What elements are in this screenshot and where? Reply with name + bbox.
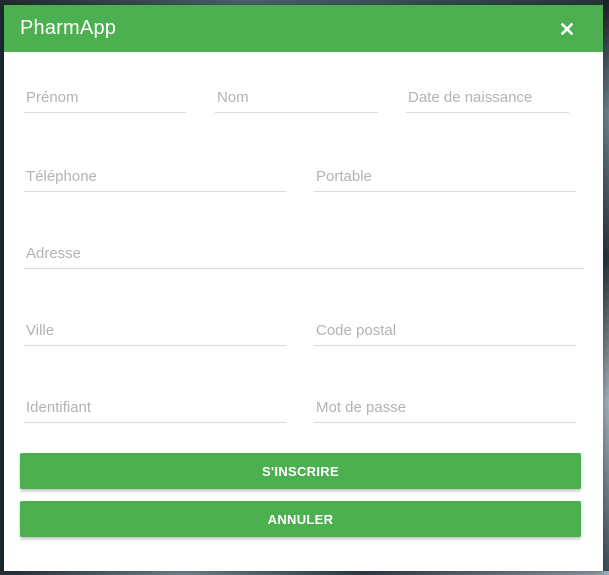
background-right-strip (603, 0, 609, 575)
code-postal-field[interactable] (314, 318, 576, 346)
registration-dialog: PharmApp S'INSCRIRE ANNULER (4, 5, 603, 571)
ville-field[interactable] (24, 318, 286, 346)
close-button[interactable] (547, 14, 587, 44)
portable-field[interactable] (314, 164, 576, 192)
date-naissance-field[interactable] (406, 85, 569, 113)
prenom-field[interactable] (24, 85, 186, 113)
telephone-field[interactable] (24, 164, 286, 192)
mot-de-passe-field[interactable] (314, 395, 576, 423)
adresse-field[interactable] (24, 241, 584, 269)
registration-form: S'INSCRIRE ANNULER (4, 52, 603, 571)
cancel-button[interactable]: ANNULER (20, 501, 581, 537)
background-bottom-strip (0, 571, 609, 575)
identifiant-field[interactable] (24, 395, 286, 423)
dialog-titlebar: PharmApp (4, 5, 603, 52)
nom-field[interactable] (215, 85, 378, 113)
close-icon (561, 22, 573, 35)
dialog-title: PharmApp (20, 17, 117, 39)
register-button[interactable]: S'INSCRIRE (20, 453, 581, 489)
